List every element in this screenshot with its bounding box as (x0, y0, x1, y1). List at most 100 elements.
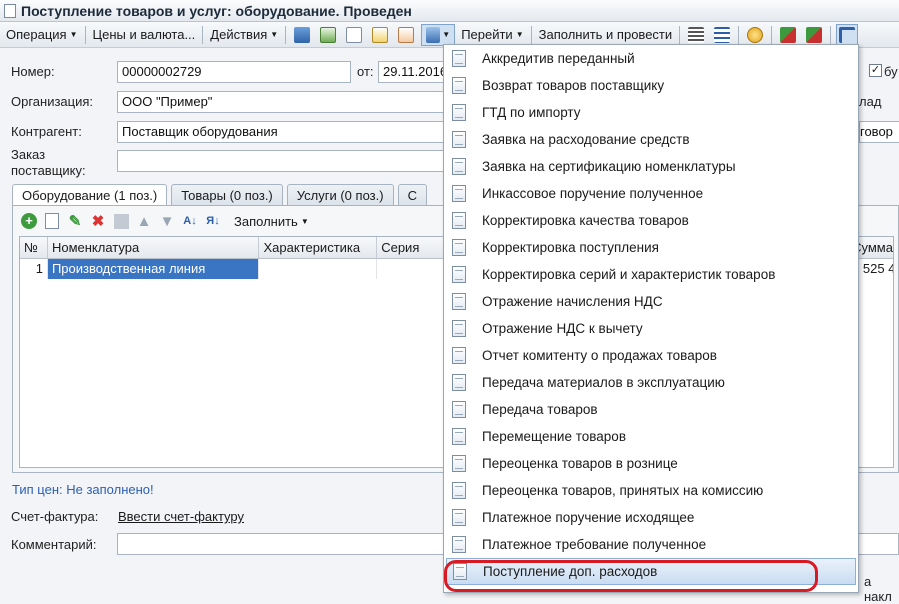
menu-item-label: Заявка на сертификацию номенклатуры (482, 159, 736, 174)
menu-item-label: Платежное поручение исходящее (482, 510, 695, 525)
delete-row-button[interactable]: ✖ (88, 211, 108, 231)
toolbar-separator (738, 25, 740, 44)
copy-button[interactable] (343, 24, 365, 46)
create-based-on-button[interactable]: ▼ (421, 23, 456, 46)
tab-goods[interactable]: Товары (0 поз.) (171, 184, 283, 206)
document-icon (452, 212, 466, 229)
menu-item[interactable]: Платежное требование полученное (444, 531, 858, 558)
dt-kt-report-button[interactable] (777, 24, 799, 46)
number-field[interactable]: 00000002729 (117, 61, 351, 83)
menu-item[interactable]: Корректировка качества товаров (444, 207, 858, 234)
menu-item-label: Переоценка товаров в рознице (482, 456, 678, 471)
fill-and-post-button[interactable]: Заполнить и провести (535, 24, 677, 46)
menu-item[interactable]: Инкассовое поручение полученное (444, 180, 858, 207)
price-type-link[interactable]: Тип цен: Не заполнено! (12, 482, 154, 497)
operation-menu-button[interactable]: Операция ▼ (2, 24, 82, 46)
structure-tree-button[interactable] (836, 23, 859, 46)
row-characteristic-cell[interactable] (259, 259, 378, 279)
menu-item-label: Инкассовое поручение полученное (482, 186, 704, 201)
contractor-field[interactable]: Поставщик оборудования (117, 121, 446, 143)
menu-item[interactable]: Переоценка товаров в рознице (444, 450, 858, 477)
document-icon (452, 455, 466, 472)
right-partial-2: лад (859, 94, 882, 109)
menu-item[interactable]: Платежное поручение исходящее (444, 504, 858, 531)
prices-currency-button[interactable]: Цены и валюта... (89, 24, 200, 46)
menu-item[interactable]: Отражение начисления НДС (444, 288, 858, 315)
menu-item[interactable]: Корректировка серий и характеристик това… (444, 261, 858, 288)
menu-item[interactable]: Передача товаров (444, 396, 858, 423)
goto-menu-button[interactable]: Перейти ▼ (457, 24, 527, 46)
structure-button[interactable] (369, 24, 391, 46)
menu-item[interactable]: Аккредитив переданный (444, 45, 858, 72)
title-bar: Поступление товаров и услуг: оборудовани… (0, 0, 899, 22)
edit-row-button[interactable]: ✎ (65, 211, 85, 231)
menu-item-label: Аккредитив переданный (482, 51, 635, 66)
save-row-button[interactable] (111, 211, 131, 231)
menu-item-label: Отражение НДС к вычету (482, 321, 643, 336)
menu-item[interactable]: Отражение НДС к вычету (444, 315, 858, 342)
contractor-label: Контрагент: (11, 124, 82, 139)
menu-item[interactable]: Заявка на расходование средств (444, 126, 858, 153)
organization-field[interactable]: ООО "Пример" (117, 91, 446, 113)
dropdown-arrow-icon: ▼ (300, 216, 309, 226)
list-view-button[interactable] (685, 24, 707, 46)
copy-row-button[interactable] (42, 211, 62, 231)
dt-kt-n-report-button[interactable] (803, 24, 825, 46)
menu-item[interactable]: Корректировка поступления (444, 234, 858, 261)
move-down-button[interactable]: ▼ (157, 211, 177, 231)
menu-item[interactable]: Возврат товаров поставщику (444, 72, 858, 99)
row-number: 1 (20, 259, 48, 279)
tab-equipment[interactable]: Оборудование (1 поз.) (12, 184, 168, 206)
add-row-button[interactable]: + (19, 211, 39, 231)
column-header-item[interactable]: Номенклатура (48, 237, 260, 258)
menu-item-label: ГТД по импорту (482, 105, 581, 120)
contract-field-partial[interactable]: говор (859, 121, 899, 143)
add-icon: + (21, 213, 37, 229)
dt-kt-button[interactable] (395, 24, 417, 46)
create-based-icon (426, 26, 441, 43)
help-button[interactable] (744, 24, 766, 46)
column-header-num[interactable]: № (20, 237, 48, 258)
document-icon (452, 347, 466, 364)
dt-kt-icon (780, 26, 797, 43)
menu-item-label: Передача материалов в эксплуатацию (482, 375, 725, 390)
column-header-characteristic[interactable]: Характеристика (259, 237, 378, 258)
post-and-close-button[interactable] (291, 24, 313, 46)
menu-item-label: Перемещение товаров (482, 429, 626, 444)
row-item-cell[interactable]: Производственная линия (47, 259, 260, 279)
tab-other[interactable]: С (397, 184, 427, 206)
table-toolbar: + ✎ ✖ ▲ ▼ A↓ Я↓ Заполнить ▼ (19, 210, 313, 232)
arrow-up-icon: ▲ (136, 212, 152, 230)
fill-label: Заполнить (234, 213, 298, 229)
sort-asc-button[interactable]: A↓ (180, 211, 200, 231)
order-field[interactable] (117, 150, 446, 172)
enter-invoice-link[interactable]: Ввести счет-фактуру (118, 509, 244, 524)
sort-asc-icon: A↓ (183, 215, 197, 227)
menu-item[interactable]: Перемещение товаров (444, 423, 858, 450)
document-icon (452, 293, 466, 310)
actions-menu-button[interactable]: Действия ▼ (206, 24, 282, 46)
pencil-icon: ✎ (68, 213, 82, 230)
checklist-icon (714, 26, 731, 43)
toolbar-separator (679, 25, 681, 44)
menu-item[interactable]: Отчет комитенту о продажах товаров (444, 342, 858, 369)
document-icon (452, 104, 466, 121)
settings-list-button[interactable] (711, 24, 733, 46)
date-field[interactable]: 29.11.2016 (378, 61, 446, 83)
post-close-icon (294, 26, 311, 43)
fill-menu-button[interactable]: Заполнить ▼ (230, 210, 313, 232)
menu-item[interactable]: Заявка на сертификацию номенклатуры (444, 153, 858, 180)
menu-item-label: Платежное требование полученное (482, 537, 707, 552)
toolbar-separator (285, 25, 287, 44)
sort-desc-button[interactable]: Я↓ (203, 211, 223, 231)
menu-item[interactable]: Переоценка товаров, принятых на комиссию (444, 477, 858, 504)
menu-item[interactable]: ГТД по импорту (444, 99, 858, 126)
reread-button[interactable] (317, 24, 339, 46)
tree-icon (839, 26, 856, 43)
menu-item-label: Отчет комитенту о продажах товаров (482, 348, 717, 363)
move-up-button[interactable]: ▲ (134, 211, 154, 231)
checkbox[interactable]: ✓ (869, 64, 882, 77)
menu-item[interactable]: Передача материалов в эксплуатацию (444, 369, 858, 396)
tab-services[interactable]: Услуги (0 поз.) (286, 184, 394, 206)
order-label-line2: поставщику: (11, 163, 86, 178)
